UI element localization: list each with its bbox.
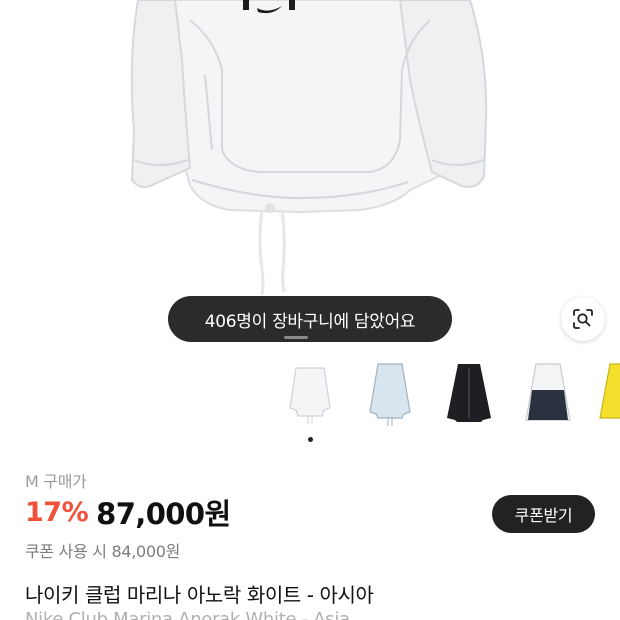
product-name-english: Nike Club Marina Anorak White - Asia <box>25 609 350 620</box>
carousel-progress-bar <box>284 336 308 339</box>
product-page: 406명이 장바구니에 담았어요 M 구매가 17% 87,000원 쿠폰받기 … <box>0 0 620 620</box>
product-name-korean: 나이키 클럽 마리나 아노락 화이트 - 아시아 <box>25 583 374 607</box>
get-coupon-button[interactable]: 쿠폰받기 <box>492 495 595 533</box>
thumbnail-light-blue-anorak[interactable] <box>364 358 416 428</box>
discount-rate: 17% <box>25 496 89 528</box>
coupon-price-text: 쿠폰 사용 시 84,000원 <box>25 542 181 561</box>
price-row: 17% 87,000원 <box>25 494 231 532</box>
thumbnail-black-jacket[interactable] <box>443 358 495 428</box>
cart-count-toast: 406명이 장바구니에 담았어요 <box>168 296 452 342</box>
image-search-button[interactable] <box>561 297 605 341</box>
carousel-page-indicator <box>308 437 313 442</box>
thumbnail-white-navy-jacket[interactable] <box>522 358 574 428</box>
thumbnail-yellow-jacket[interactable] <box>596 358 620 428</box>
thumbnail-white-anorak[interactable] <box>284 358 336 428</box>
color-thumbnail-list <box>0 358 620 430</box>
image-search-icon <box>573 309 593 329</box>
size-price-label: M 구매가 <box>25 472 87 491</box>
sale-price: 87,000원 <box>96 497 231 531</box>
